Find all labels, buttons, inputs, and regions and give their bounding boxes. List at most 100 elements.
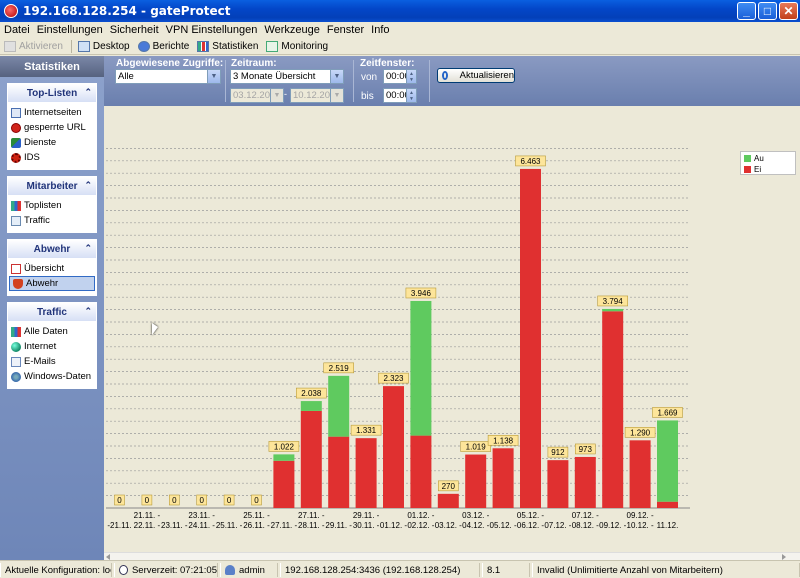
bar-segment-Ei xyxy=(629,440,651,508)
sidebar-item-blocked-url[interactable]: gesperrte URL xyxy=(8,120,96,135)
data-label: 270 xyxy=(442,482,456,491)
bar-segment-Ei xyxy=(574,456,596,508)
bar-segment-Ei xyxy=(273,460,295,508)
clock-icon xyxy=(119,565,128,575)
category-label: 29.11. - xyxy=(353,511,380,520)
panel-employees: Mitarbeiter ⌃ Toplisten Traffic xyxy=(7,176,97,233)
bar-segment-Ei xyxy=(328,436,350,508)
refresh-icon xyxy=(442,71,448,80)
menu-einstellungen[interactable]: Einstellungen xyxy=(37,24,103,36)
close-button[interactable]: ✕ xyxy=(779,2,798,20)
panel-header[interactable]: Top-Listen ⌃ xyxy=(8,84,96,102)
horizontal-scrollbar[interactable] xyxy=(104,552,800,560)
sidebar-item-internet[interactable]: Internet xyxy=(8,339,96,354)
bar-segment-Au xyxy=(657,420,678,502)
menu-vpn[interactable]: VPN Einstellungen xyxy=(166,24,258,36)
panel-header[interactable]: Mitarbeiter ⌃ xyxy=(8,177,96,195)
spinner-icon[interactable]: ▲ ▼ xyxy=(406,89,416,102)
globe-icon xyxy=(11,341,21,352)
collapse-icon[interactable]: ⌃ xyxy=(84,180,92,191)
period-select[interactable]: 3 Monate Übersicht ▼ xyxy=(230,69,344,84)
category-label: 06.12. - xyxy=(517,521,544,530)
sidebar-item-toplists[interactable]: Toplisten xyxy=(8,198,96,213)
reports-button[interactable]: Berichte xyxy=(137,40,189,52)
panel-header[interactable]: Abwehr ⌃ xyxy=(8,240,96,258)
spinner-icon[interactable]: ▲ ▼ xyxy=(406,70,416,83)
sidebar-item-traffic[interactable]: Traffic xyxy=(8,213,96,228)
category-label: 10.12. - xyxy=(627,521,654,530)
sidebar-item-internetseiten[interactable]: Internetseiten xyxy=(8,105,96,120)
legend-swatch xyxy=(744,154,751,162)
collapse-icon[interactable]: ⌃ xyxy=(84,87,92,98)
sidebar-item-overview[interactable]: Übersicht xyxy=(8,261,96,276)
data-label: 912 xyxy=(551,448,565,457)
bar-segment-Ei xyxy=(520,168,541,508)
sidebar-item-defense[interactable]: Abwehr xyxy=(9,276,95,291)
bar-segment-Ei xyxy=(602,311,624,508)
bar-segment-Au xyxy=(602,308,624,312)
blocked-access-select[interactable]: Alle ▼ xyxy=(115,69,221,84)
date-to-picker: 10.12.2008 ▼ xyxy=(290,88,344,103)
desktop-icon xyxy=(77,40,90,52)
panel-traffic: Traffic ⌃ Alle Daten Internet E-Mails Wi… xyxy=(7,302,97,389)
category-label: 29.11. - xyxy=(325,521,352,530)
chart-icon xyxy=(11,326,21,337)
menu-info[interactable]: Info xyxy=(371,24,389,36)
chevron-down-icon: ▼ xyxy=(270,89,283,102)
sidebar-item-windows-data[interactable]: Windows-Daten xyxy=(8,369,96,384)
network-icon xyxy=(11,371,21,382)
desktop-button[interactable]: Desktop xyxy=(77,40,130,52)
collapse-icon[interactable]: ⌃ xyxy=(84,243,92,254)
desktop-label: Desktop xyxy=(92,40,130,52)
category-label: 01.12. - xyxy=(380,521,407,530)
filter-separator xyxy=(225,60,226,102)
category-label: 07.12. - xyxy=(544,521,571,530)
toolbar: Aktivieren Desktop Berichte Statistiken … xyxy=(0,38,800,55)
category-label: 03.12. - xyxy=(462,511,489,520)
menu-fenster[interactable]: Fenster xyxy=(327,24,364,36)
category-label: 21.11. - xyxy=(134,511,161,520)
sidebar-item-emails[interactable]: E-Mails xyxy=(8,354,96,369)
mouse-cursor xyxy=(152,323,158,335)
bar-segment-Ei xyxy=(355,438,377,508)
panel-header[interactable]: Traffic ⌃ xyxy=(8,303,96,321)
activate-button[interactable]: Aktivieren xyxy=(4,40,63,52)
legend-entry: Au xyxy=(741,153,795,163)
from-time-input[interactable]: 00:00 ▲ ▼ xyxy=(383,69,417,84)
period-label: Zeitraum: xyxy=(231,58,277,69)
category-label: 05.12. - xyxy=(490,521,517,530)
data-label: 0 xyxy=(254,496,259,505)
refresh-button[interactable]: Aktualisieren xyxy=(437,68,515,83)
filter-separator xyxy=(429,60,430,102)
time-window-label: Zeitfenster: xyxy=(360,58,415,69)
menu-werkzeuge[interactable]: Werkzeuge xyxy=(264,24,319,36)
menu-datei[interactable]: Datei xyxy=(4,24,30,36)
date-from-picker: 03.12.2008 ▼ xyxy=(230,88,284,103)
panel-title: Mitarbeiter xyxy=(26,180,78,192)
sidebar-item-label: Toplisten xyxy=(24,200,62,211)
filter-bar: Abgewiesene Zugriffe: Alle ▼ Zeitraum: 3… xyxy=(104,56,800,106)
chevron-down-icon[interactable]: ▼ xyxy=(330,70,343,83)
sidebar-item-label: Internetseiten xyxy=(24,107,82,118)
sidebar-item-ids[interactable]: IDS xyxy=(8,150,96,165)
panel-defense: Abwehr ⌃ Übersicht Abwehr xyxy=(7,239,97,296)
menu-sicherheit[interactable]: Sicherheit xyxy=(110,24,159,36)
blocked-access-label: Abgewiesene Zugriffe: xyxy=(116,58,224,69)
toolbar-separator xyxy=(70,39,72,53)
collapse-icon[interactable]: ⌃ xyxy=(84,306,92,317)
sidebar-item-services[interactable]: Dienste xyxy=(8,135,96,150)
status-config: Aktuelle Konfiguration: local.gcf xyxy=(0,563,112,577)
data-label: 0 xyxy=(117,496,122,505)
minimize-button[interactable]: _ xyxy=(737,2,756,20)
category-label: 23.11. - xyxy=(161,521,188,530)
chevron-down-icon[interactable]: ▼ xyxy=(207,70,220,83)
statistics-button[interactable]: Statistiken xyxy=(197,40,258,52)
sidebar-item-all-data[interactable]: Alle Daten xyxy=(8,324,96,339)
monitoring-button[interactable]: Monitoring xyxy=(266,40,328,52)
bar-segment-Au xyxy=(410,300,432,436)
status-address: 192.168.128.254:3436 (192.168.128.254) xyxy=(280,563,480,577)
to-time-input[interactable]: 00:00 ▲ ▼ xyxy=(383,88,417,103)
maximize-button[interactable]: □ xyxy=(758,2,777,20)
data-label: 1.022 xyxy=(274,442,295,451)
category-label: 27.11. - xyxy=(298,511,325,520)
